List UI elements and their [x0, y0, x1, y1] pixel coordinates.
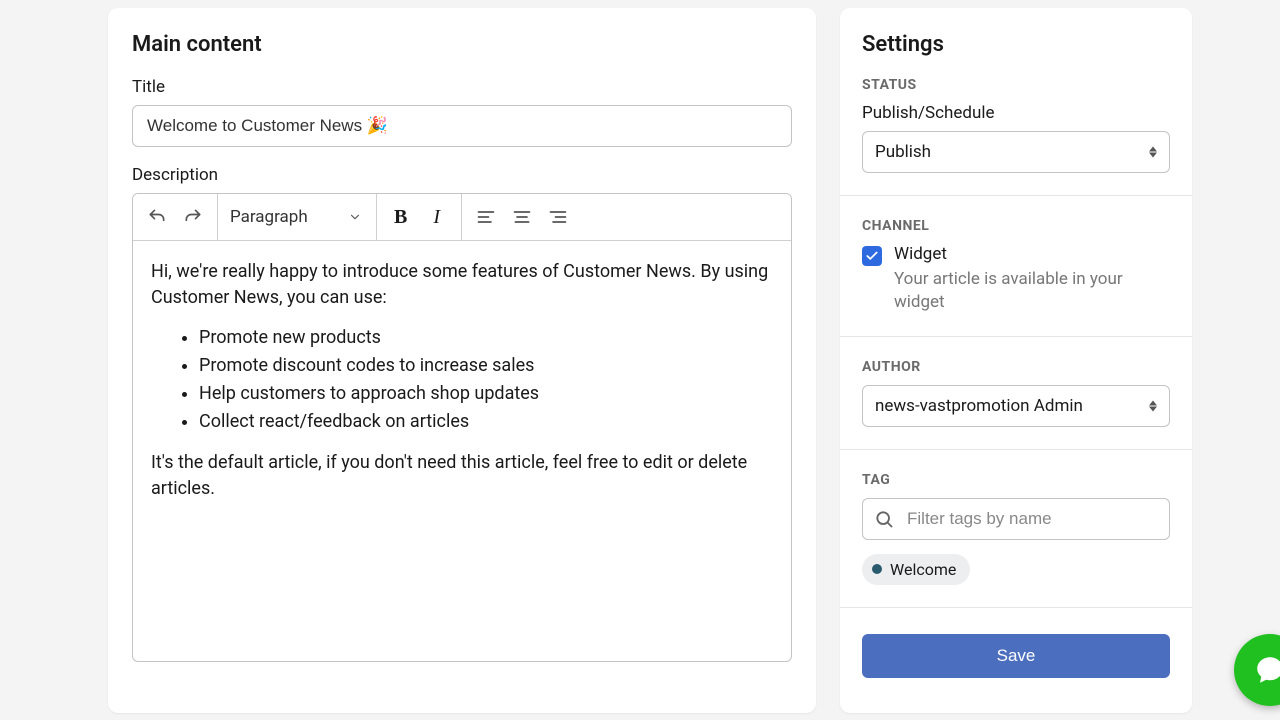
- main-content-card: Main content Title Description Paragra: [108, 8, 816, 713]
- tag-dot-icon: [872, 564, 882, 574]
- body-outro: It's the default article, if you don't n…: [151, 450, 773, 502]
- align-center-button[interactable]: [504, 199, 540, 235]
- tag-chip-label: Welcome: [890, 560, 956, 579]
- divider: [840, 449, 1192, 450]
- status-label: Publish/Schedule: [862, 103, 1170, 123]
- status-select[interactable]: Publish: [862, 131, 1170, 173]
- divider: [840, 607, 1192, 608]
- tag-filter-input[interactable]: [862, 498, 1170, 540]
- check-icon: [865, 249, 879, 263]
- chevron-down-icon: [348, 210, 362, 224]
- divider: [840, 195, 1192, 196]
- settings-card: Settings STATUS Publish/Schedule Publish…: [840, 8, 1192, 713]
- list-item: Promote new products: [199, 325, 773, 351]
- block-style-select[interactable]: Paragraph: [218, 194, 376, 240]
- bold-button[interactable]: B: [383, 199, 419, 235]
- italic-icon: I: [433, 206, 440, 229]
- list-item: Promote discount codes to increase sales: [199, 353, 773, 379]
- main-content-heading: Main content: [132, 32, 792, 57]
- select-arrows-icon: [1149, 400, 1157, 411]
- description-label: Description: [132, 165, 792, 185]
- settings-heading: Settings: [862, 32, 1170, 57]
- align-left-icon: [476, 207, 496, 227]
- bold-icon: B: [394, 206, 407, 229]
- undo-button[interactable]: [139, 199, 175, 235]
- widget-label: Widget: [894, 244, 1170, 264]
- undo-icon: [147, 207, 167, 227]
- block-style-value: Paragraph: [230, 207, 308, 227]
- align-center-icon: [512, 207, 532, 227]
- redo-button[interactable]: [175, 199, 211, 235]
- tag-chip[interactable]: Welcome: [862, 554, 970, 585]
- status-section-heading: STATUS: [862, 77, 1170, 93]
- list-item: Help customers to approach shop updates: [199, 381, 773, 407]
- title-input[interactable]: [132, 105, 792, 147]
- save-button[interactable]: Save: [862, 634, 1170, 678]
- body-intro: Hi, we're really happy to introduce some…: [151, 259, 773, 311]
- author-section-heading: AUTHOR: [862, 359, 1170, 375]
- align-right-button[interactable]: [540, 199, 576, 235]
- author-select[interactable]: news-vastpromotion Admin: [862, 385, 1170, 427]
- italic-button[interactable]: I: [419, 199, 455, 235]
- description-editor: Paragraph B I: [132, 193, 792, 662]
- redo-icon: [183, 207, 203, 227]
- status-select-value: Publish: [875, 142, 931, 162]
- editor-body[interactable]: Hi, we're really happy to introduce some…: [133, 241, 791, 661]
- channel-section-heading: CHANNEL: [862, 218, 1170, 234]
- chat-icon: [1253, 653, 1280, 687]
- tag-section-heading: TAG: [862, 472, 1170, 488]
- divider: [840, 336, 1192, 337]
- select-arrows-icon: [1149, 147, 1157, 158]
- body-bullet-list: Promote new products Promote discount co…: [151, 325, 773, 435]
- author-select-value: news-vastpromotion Admin: [875, 396, 1083, 416]
- search-icon: [874, 509, 894, 529]
- widget-checkbox[interactable]: [862, 246, 882, 266]
- title-label: Title: [132, 77, 792, 97]
- align-right-icon: [548, 207, 568, 227]
- editor-toolbar: Paragraph B I: [133, 194, 791, 241]
- widget-desc: Your article is available in your widget: [894, 268, 1170, 314]
- list-item: Collect react/feedback on articles: [199, 409, 773, 435]
- align-left-button[interactable]: [468, 199, 504, 235]
